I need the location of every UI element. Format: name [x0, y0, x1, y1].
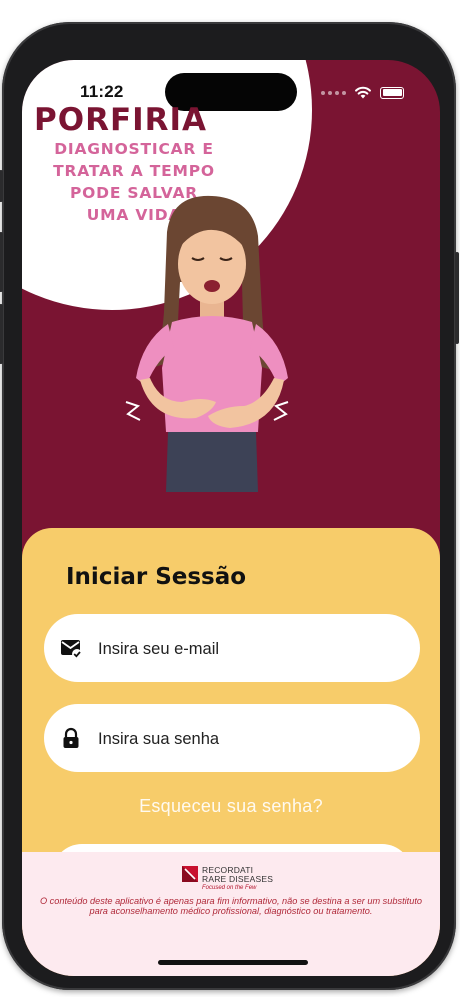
mail-check-icon — [61, 640, 82, 659]
power-button — [455, 252, 459, 344]
recordati-logo-icon — [182, 866, 198, 882]
woman-stomach-pain-illustration — [125, 195, 289, 492]
app-screen: 11:22 PORFIRIA DIAGNOSTICAR E TRATAR A T… — [22, 60, 440, 976]
forgot-password-link[interactable]: Esqueceu sua senha? — [22, 796, 440, 817]
recordati-logo: RECORDATI RARE DISEASES Focused on the F… — [182, 866, 273, 891]
status-time: 11:22 — [80, 82, 124, 101]
subtitle-line: TRATAR A TEMPO — [53, 162, 215, 180]
password-field[interactable] — [44, 704, 420, 774]
brand-name-line2: RARE DISEASES — [202, 874, 274, 884]
signal-dots-icon — [321, 90, 346, 95]
action-button — [0, 170, 3, 202]
disclaimer-text: O conteúdo deste aplicativo é apenas par… — [39, 896, 422, 916]
brand-tagline: Focused on the Few — [202, 885, 257, 891]
subtitle-line: DIAGNOSTICAR E — [54, 140, 214, 158]
lock-icon — [63, 727, 79, 748]
status-icons — [321, 86, 404, 99]
email-input[interactable] — [96, 614, 400, 684]
email-field[interactable] — [44, 614, 420, 684]
volume-down-button — [0, 304, 3, 364]
battery-icon — [380, 86, 404, 99]
volume-up-button — [0, 232, 3, 292]
app-title: PORFIRIA — [34, 102, 208, 138]
login-title: Iniciar Sessão — [66, 564, 247, 590]
password-input[interactable] — [96, 704, 400, 774]
phone-frame: 11:22 PORFIRIA DIAGNOSTICAR E TRATAR A T… — [0, 22, 459, 990]
wifi-icon — [355, 86, 371, 99]
home-indicator[interactable] — [158, 960, 308, 965]
